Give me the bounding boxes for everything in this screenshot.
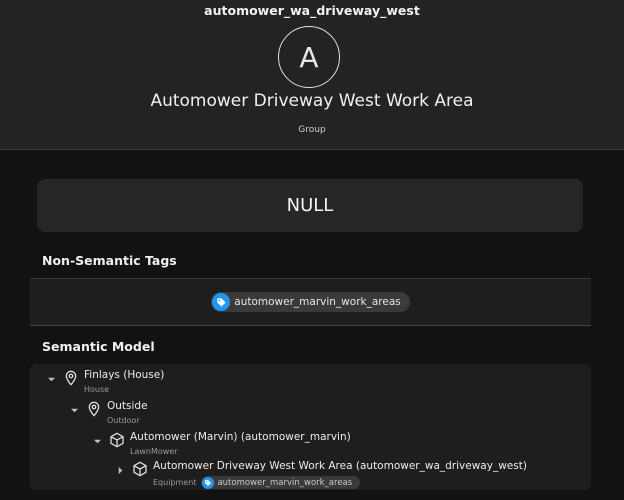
expanded-caret-icon[interactable] — [92, 436, 102, 446]
item-name: automower_wa_driveway_west — [204, 3, 420, 18]
non-semantic-tags-title: Non-Semantic Tags — [42, 253, 177, 268]
item-state-card[interactable]: NULL — [37, 179, 583, 232]
tree-node-subtitle: Outdoor — [107, 416, 140, 425]
tree-node-title: Automower Driveway West Work Area (autom… — [153, 460, 527, 472]
non-semantic-tags-list: automower_marvin_work_areas — [30, 278, 591, 326]
tag-chip[interactable]: automower_marvin_work_areas — [201, 476, 361, 489]
tree-node-title: Outside — [107, 400, 148, 412]
cube-icon — [109, 432, 125, 448]
tag-chip-label: automower_marvin_work_areas — [217, 477, 353, 488]
item-type: Group — [298, 125, 326, 135]
tag-chip[interactable]: automower_marvin_work_areas — [211, 292, 410, 312]
item-state-value: NULL — [286, 195, 334, 216]
tag-icon — [212, 293, 231, 311]
location-pin-icon — [86, 401, 102, 417]
expanded-caret-icon[interactable] — [46, 374, 56, 384]
cube-icon — [132, 461, 148, 477]
collapsed-caret-icon[interactable] — [115, 465, 125, 475]
item-avatar: A — [278, 26, 340, 88]
semantic-model-tree: Finlays (House) House Outside Outdoor Au… — [30, 364, 591, 490]
tree-node-subtitle: House — [84, 385, 110, 394]
item-label: Automower Driveway West Work Area — [150, 91, 474, 111]
expanded-caret-icon[interactable] — [69, 405, 79, 415]
location-pin-icon — [63, 370, 79, 386]
semantic-model-title: Semantic Model — [42, 339, 155, 354]
tag-chip-label: automower_marvin_work_areas — [234, 296, 401, 308]
tree-node-title: Finlays (House) — [84, 369, 165, 381]
tree-node-subtitle-row: Equipment automower_marvin_work_areas — [153, 476, 361, 489]
tree-node-subtitle: Equipment — [153, 478, 197, 487]
tree-node-subtitle: LawnMower — [130, 447, 178, 456]
item-details-page: automower_wa_driveway_west A Automower D… — [0, 0, 624, 500]
item-header: automower_wa_driveway_west A Automower D… — [0, 0, 624, 150]
tree-node-title: Automower (Marvin) (automower_marvin) — [130, 431, 351, 443]
tag-icon — [202, 476, 215, 489]
